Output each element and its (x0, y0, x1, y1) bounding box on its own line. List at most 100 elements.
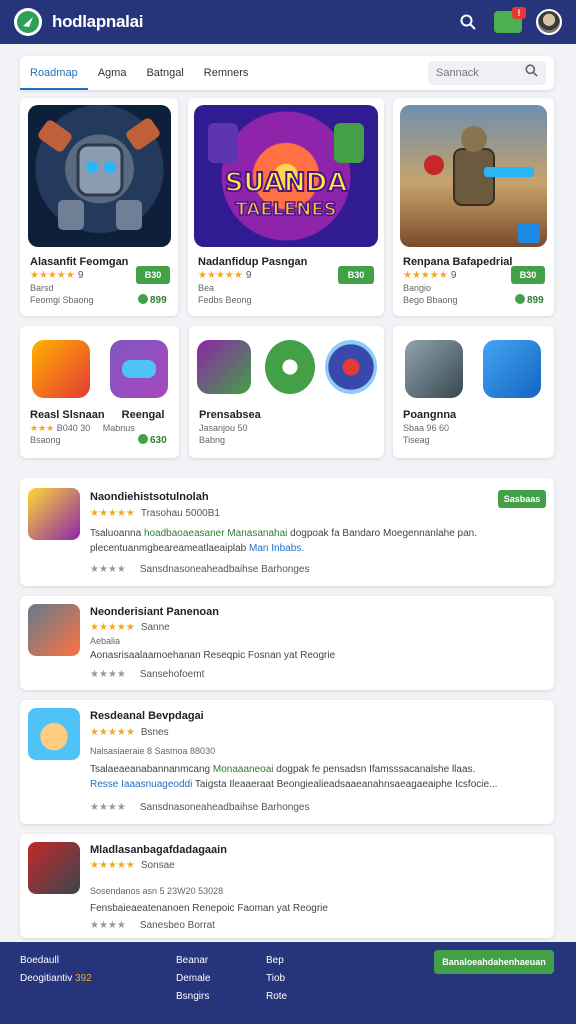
search-icon[interactable] (525, 64, 538, 82)
featured-card[interactable]: SUANDA TAELENES Nadanfidup Pasngan ★★★★★… (188, 98, 384, 316)
app-title: Naondiehistsotulnolah (90, 491, 209, 503)
reviews-link[interactable]: Sansdnasoneaheadbaihse Barhonges (140, 802, 310, 813)
app-icon (197, 340, 251, 394)
reviews-link[interactable]: Sansdnasoneaheadbaihse Barhonges (140, 564, 310, 575)
review-row: ★★★★ Sansehofoemt (90, 669, 205, 680)
camera-icon (325, 340, 377, 394)
app-meta: Jasanjou 50 (199, 423, 248, 433)
game-art-robot (28, 105, 171, 247)
star-rating: ★★★★★ Sanne (90, 622, 170, 633)
game-title: Alasanfit Feomgan (30, 256, 129, 268)
app-title: Reasl Slsnaan Reengal (30, 409, 165, 421)
app-icon (28, 842, 80, 894)
app-description: Tsaluoanna hoadbaoaeasaner Manasanahai d… (90, 528, 477, 554)
star-rating: ★★★★★ 9 (30, 270, 84, 281)
notification-badge: ! (512, 7, 526, 19)
app-title: Neonderisiant Panenoan (90, 606, 219, 618)
price-tag: 630 (138, 434, 167, 446)
notification-icon[interactable]: ! (494, 7, 526, 33)
app-meta: Tiseag (403, 435, 430, 445)
get-button[interactable]: B30 (136, 266, 170, 284)
game-meta-secondary: Fedbs Beong (198, 295, 252, 305)
list-item[interactable]: Mladlasanbagafdadagaain ★★★★★ Sonsae Sose… (20, 834, 554, 938)
svg-text:SUANDA: SUANDA (225, 168, 348, 198)
tab-agma[interactable]: Agma (88, 56, 137, 90)
footer-cta-button[interactable]: Banaloeahdahenhaeuan (434, 950, 554, 974)
game-title: Nadanfidup Pasngan (198, 256, 308, 268)
category-tabs: Roadmap Agma Batngal Remners (20, 56, 554, 90)
tab-batngal[interactable]: Batngal (136, 56, 193, 90)
reviews-link[interactable]: Sanesbeo Borrat (140, 920, 215, 931)
game-meta-secondary: Feomgi Sbaong (30, 295, 94, 305)
footer-link[interactable]: Beanar (176, 952, 210, 970)
search-input[interactable] (436, 67, 516, 79)
coin-icon (138, 294, 148, 304)
game-meta-secondary: Bego Bbaong (403, 295, 458, 305)
star-rating: ★★★★★ Bsnes (90, 727, 169, 738)
gamepad-icon (110, 340, 168, 398)
brand-name: hodlapnalai (52, 12, 144, 31)
app-icon (32, 340, 90, 398)
app-meta: Nalsasiaeraie 8 Sasmoa 88030 (90, 746, 216, 756)
reviews-link[interactable]: Sansehofoemt (140, 669, 205, 680)
featured-card[interactable]: Alasanfit Feomgan ★★★★★ 9 Barsd Feomgi Sb… (20, 98, 178, 316)
app-icon (28, 488, 80, 540)
tab-remners[interactable]: Remners (194, 56, 259, 90)
app-icon (265, 340, 315, 394)
search-icon[interactable] (456, 10, 480, 34)
search-box[interactable] (428, 61, 546, 85)
svg-text:TAELENES: TAELENES (235, 199, 336, 220)
app-meta: Sosendanos asn 5 23W20 53028 (90, 886, 224, 896)
tab-roadmap[interactable]: Roadmap (20, 56, 88, 90)
app-group-card[interactable]: Prensabsea Jasanjou 50 Babng (189, 326, 384, 458)
get-button[interactable]: B30 (511, 266, 545, 284)
game-art-soldier (400, 105, 547, 247)
app-icon (28, 604, 80, 656)
app-description: Tsalaeaeanabannanmcang Monaaaneoai dogpa… (90, 764, 498, 790)
footer-link[interactable]: Boedaull (20, 952, 92, 970)
coin-icon (138, 434, 148, 444)
install-button[interactable]: Sasbaas (498, 490, 546, 508)
app-title: Poangnna (403, 409, 457, 421)
list-item[interactable]: Neonderisiant Panenoan ★★★★★ Sanne Aebali… (20, 596, 554, 690)
footer-link[interactable]: Bep (266, 952, 287, 970)
app-title: Prensabsea (199, 409, 261, 421)
avatar[interactable] (536, 9, 562, 35)
device-icon (405, 340, 463, 398)
coin-icon (515, 294, 525, 304)
get-button[interactable]: B30 (338, 266, 374, 284)
app-meta: Aebalia (90, 636, 121, 646)
review-row: ★★★★ Sansdnasoneaheadbaihse Barhonges (90, 802, 310, 813)
star-rating: ★★★★★ Trasohau 5000B1 (90, 508, 220, 519)
star-rating: ★★★★★ 9 (403, 270, 457, 281)
app-description: Aonasrisaalaamoehanan Reseqpic Fosnan ya… (90, 650, 336, 661)
footer-link[interactable]: Tiob (266, 970, 287, 988)
app-meta: Babng (199, 435, 226, 445)
game-meta: Bangio (403, 283, 432, 293)
list-item[interactable]: Resdeanal Bevpdagai ★★★★★ Bsnes Nalsasiae… (20, 700, 554, 824)
footer-column-3: Bep Tiob Rote (266, 952, 287, 1006)
review-row: ★★★★ Sansdnasoneaheadbaihse Barhonges (90, 564, 310, 575)
app-title: Resdeanal Bevpdagai (90, 710, 204, 722)
list-item[interactable]: Naondiehistsotulnolah Sasbaas ★★★★★ Traso… (20, 478, 554, 586)
star-rating: ★★★★★ 9 (198, 270, 252, 281)
game-title: Renpana Bafapedrial (403, 256, 513, 268)
game-art-banner: SUANDA TAELENES (194, 105, 378, 247)
game-meta: Barsd (30, 283, 54, 293)
footer: Boedaull Deogitiantiv 392 Beanar Demale … (0, 942, 576, 1024)
price-tag: 899 (138, 294, 167, 306)
footer-column-2: Beanar Demale Bsngirs (176, 952, 210, 1006)
footer-link[interactable]: Rote (266, 988, 287, 1006)
app-group-card[interactable]: Poangnna Sbaa 96 60 Tiseag (393, 326, 554, 458)
footer-link[interactable]: Demale (176, 970, 210, 988)
game-meta: Bea (198, 283, 215, 293)
app-description: Fensbaieaeatenanoen Renepoic Faoman yat … (90, 903, 328, 914)
featured-card[interactable]: Renpana Bafapedrial ★★★★★ 9 Bangio Bego B… (393, 98, 554, 316)
logo-icon[interactable] (14, 8, 42, 36)
server-icon (483, 340, 541, 398)
footer-link[interactable]: Deogitiantiv 392 (20, 970, 92, 988)
app-group-card[interactable]: Reasl Slsnaan Reengal ★★★ B040 30 Mabnus… (20, 326, 179, 458)
footer-link[interactable]: Bsngirs (176, 988, 210, 1006)
app-title: Mladlasanbagafdadagaain (90, 844, 227, 856)
app-meta: Bsaong (30, 435, 61, 445)
